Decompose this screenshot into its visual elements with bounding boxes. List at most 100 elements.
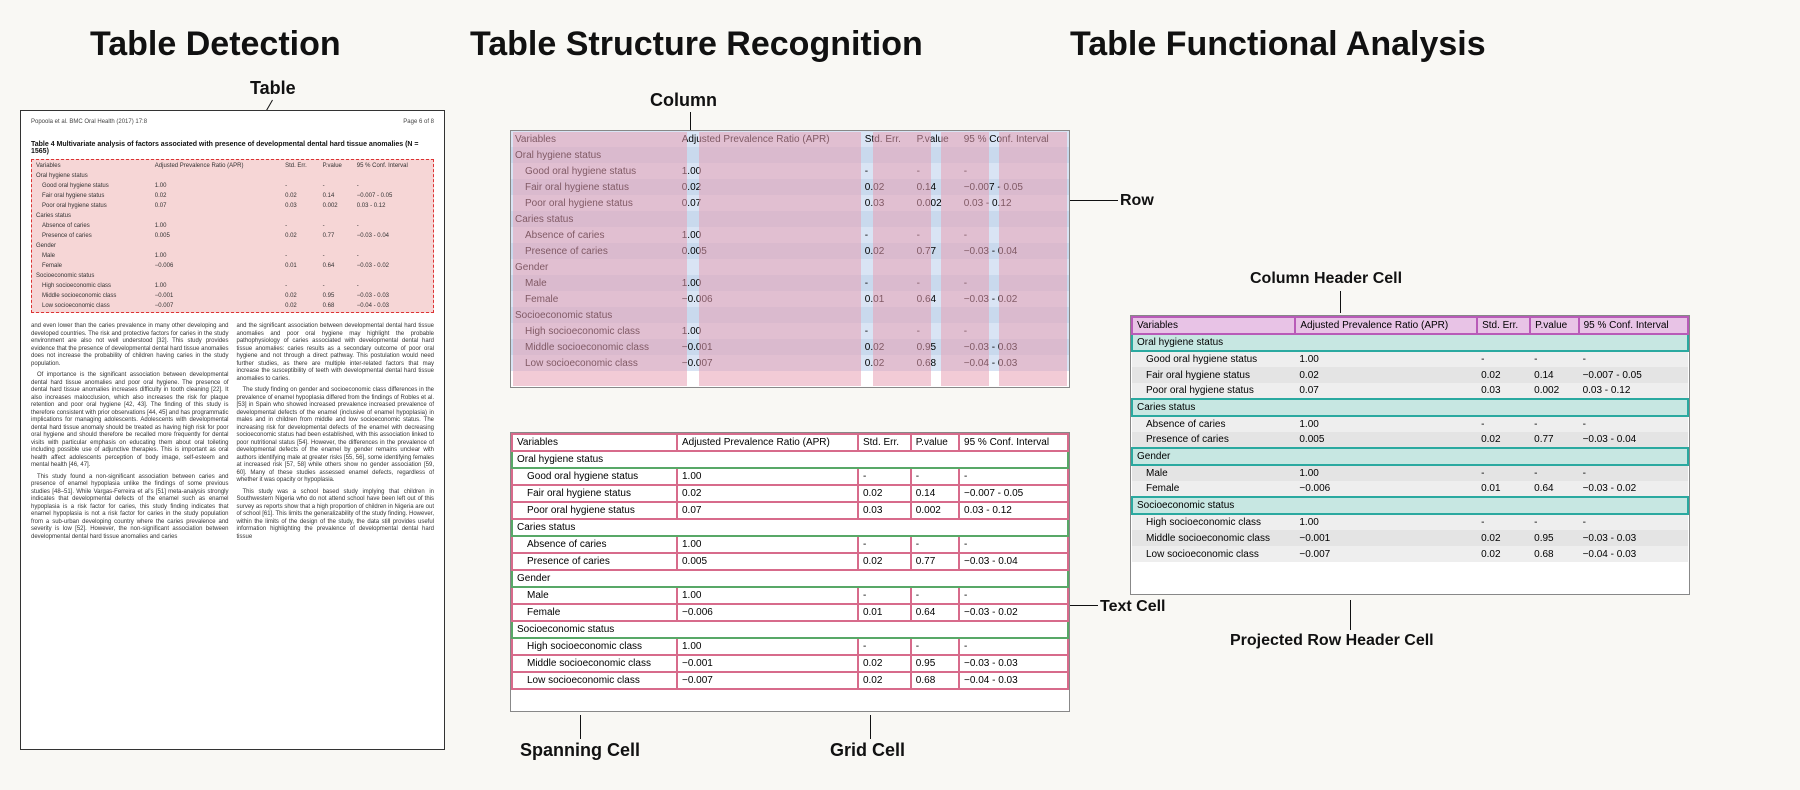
table-cell [861, 211, 913, 227]
grid-cell: 0.03 - 0.12 [959, 502, 1068, 519]
table-cell: 1.00 [1295, 351, 1477, 367]
table-cell: −0.007 [678, 355, 861, 371]
table-cell: - [1530, 351, 1578, 367]
grid-cell: - [959, 638, 1068, 655]
table-cell: −0.007 [1295, 546, 1477, 562]
table-cell: Oral hygiene status [511, 147, 678, 163]
table-row: Socioeconomic status [1132, 497, 1688, 514]
table-cell: 0.02 [861, 179, 913, 195]
doc-text: Of importance is the significant associa… [31, 372, 229, 470]
table-cell: Male [511, 275, 678, 291]
table-cell [678, 259, 861, 275]
grid-cell: 0.03 [858, 502, 911, 519]
table-cell: 0.02 [861, 243, 913, 259]
table-row: Poor oral hygiene status0.070.030.0020.0… [511, 195, 1069, 211]
table-row: Low socioeconomic class−0.0070.020.68−0.… [511, 355, 1069, 371]
table-cell: 0.03 - 0.12 [1579, 383, 1688, 399]
callout-line [1340, 291, 1341, 313]
table-cell: Low socioeconomic class [511, 355, 678, 371]
table-cell: −0.007 - 0.05 [1579, 367, 1688, 383]
table-cell: - [861, 275, 913, 291]
table-row: Absence of caries1.00--- [512, 536, 1068, 553]
table-cell: 0.002 [1530, 383, 1578, 399]
grid-cell: −0.006 [677, 604, 858, 621]
table-cell [960, 211, 1069, 227]
table-cell: −0.001 [678, 339, 861, 355]
label-projected-row-header: Projected Row Header Cell [1230, 632, 1434, 650]
doc-text: The study finding on gender and socioeco… [237, 387, 435, 485]
table-cell: 1.00 [1295, 514, 1477, 530]
table-cell: - [960, 275, 1069, 291]
table-cell: 0.02 [1295, 367, 1477, 383]
doc-text: and even lower than the caries prevalenc… [31, 323, 229, 368]
grid-cell: 1.00 [677, 468, 858, 485]
grid-cell: - [959, 587, 1068, 604]
table-cell: 0.95 [913, 339, 960, 355]
table-row: High socioeconomic class1.00--- [511, 323, 1069, 339]
grid-cell: Female [512, 604, 677, 621]
table-row: Fair oral hygiene status0.020.020.14−0.0… [1132, 367, 1688, 383]
table-cell: Absence of caries [1132, 416, 1295, 432]
grid-cell: 0.02 [677, 485, 858, 502]
table-cell: 0.02 [1477, 530, 1530, 546]
table-cell: −0.03 - 0.02 [960, 291, 1069, 307]
table-row: Good oral hygiene status1.00--- [512, 468, 1068, 485]
table-cell: 1.00 [1295, 465, 1477, 481]
table-cell [960, 147, 1069, 163]
table-cell: - [1530, 416, 1578, 432]
table-row: Male1.00--- [512, 587, 1068, 604]
table-row: Gender [511, 259, 1069, 275]
table-cell: - [1579, 514, 1688, 530]
table-cell: 0.02 [861, 355, 913, 371]
table-cell: P.value [913, 131, 960, 147]
table-row: Gender [512, 570, 1068, 587]
doc-text: This study found a non-significant assoc… [31, 474, 229, 542]
table-cell: High socioeconomic class [511, 323, 678, 339]
grid-cell: - [959, 536, 1068, 553]
functional-analysis-panel: VariablesAdjusted Prevalence Ratio (APR)… [1130, 315, 1690, 595]
table-cell: 1.00 [678, 275, 861, 291]
table-cell: - [861, 323, 913, 339]
table-cell: 1.00 [1295, 416, 1477, 432]
table-cell: 0.01 [1477, 481, 1530, 497]
structure-panel-cells: VariablesAdjusted Prevalence Ratio (APR)… [510, 432, 1070, 712]
grid-cell: - [911, 587, 959, 604]
table-row: Fair oral hygiene status0.020.020.14−0.0… [511, 179, 1069, 195]
table-cell: - [861, 227, 913, 243]
doc-journal: Popoola et al. BMC Oral Health (2017) 17… [31, 119, 147, 125]
table-cell: −0.03 - 0.04 [1579, 432, 1688, 448]
table-cell: - [1579, 351, 1688, 367]
projected-row-header-cell: Gender [1132, 448, 1688, 465]
table-cell [960, 307, 1069, 323]
table-row: Middle socioeconomic class−0.0010.020.95… [1132, 530, 1688, 546]
table-row: Good oral hygiene status1.00--- [511, 163, 1069, 179]
table-cell: Female [1132, 481, 1295, 497]
doc-table-caption: Table 4 Multivariate analysis of factors… [31, 141, 434, 155]
table-row: Absence of caries1.00--- [511, 227, 1069, 243]
grid-cell: 1.00 [677, 587, 858, 604]
table-row: Low socioeconomic class−0.0070.020.68−0.… [512, 672, 1068, 689]
callout-line [1350, 600, 1351, 630]
table-cell: 0.77 [913, 243, 960, 259]
table-row: Fair oral hygiene status0.020.020.14−0.0… [512, 485, 1068, 502]
table-cell: 95 % Conf. Interval [960, 131, 1069, 147]
table-cell: Poor oral hygiene status [1132, 383, 1295, 399]
table-cell: 0.14 [1530, 367, 1578, 383]
table-cell: High socioeconomic class [1132, 514, 1295, 530]
grid-cell: - [858, 536, 911, 553]
table-cell: 0.03 [1477, 383, 1530, 399]
table-row: High socioeconomic class1.00--- [1132, 514, 1688, 530]
table-cell [913, 147, 960, 163]
table-row: Presence of caries0.0050.020.77−0.03 - 0… [511, 243, 1069, 259]
table-row: Female−0.0060.010.64−0.03 - 0.02 [511, 291, 1069, 307]
table-cell: 0.64 [913, 291, 960, 307]
header-cell: Adjusted Prevalence Ratio (APR) [677, 434, 858, 451]
table-cell: - [1530, 465, 1578, 481]
table-cell: 0.07 [678, 195, 861, 211]
grid-cell: Absence of caries [512, 536, 677, 553]
table-row: Male1.00--- [511, 275, 1069, 291]
grid-cell: 0.68 [911, 672, 959, 689]
table-cell: −0.007 - 0.05 [960, 179, 1069, 195]
table-cell: 1.00 [678, 323, 861, 339]
table-cell: - [1477, 416, 1530, 432]
